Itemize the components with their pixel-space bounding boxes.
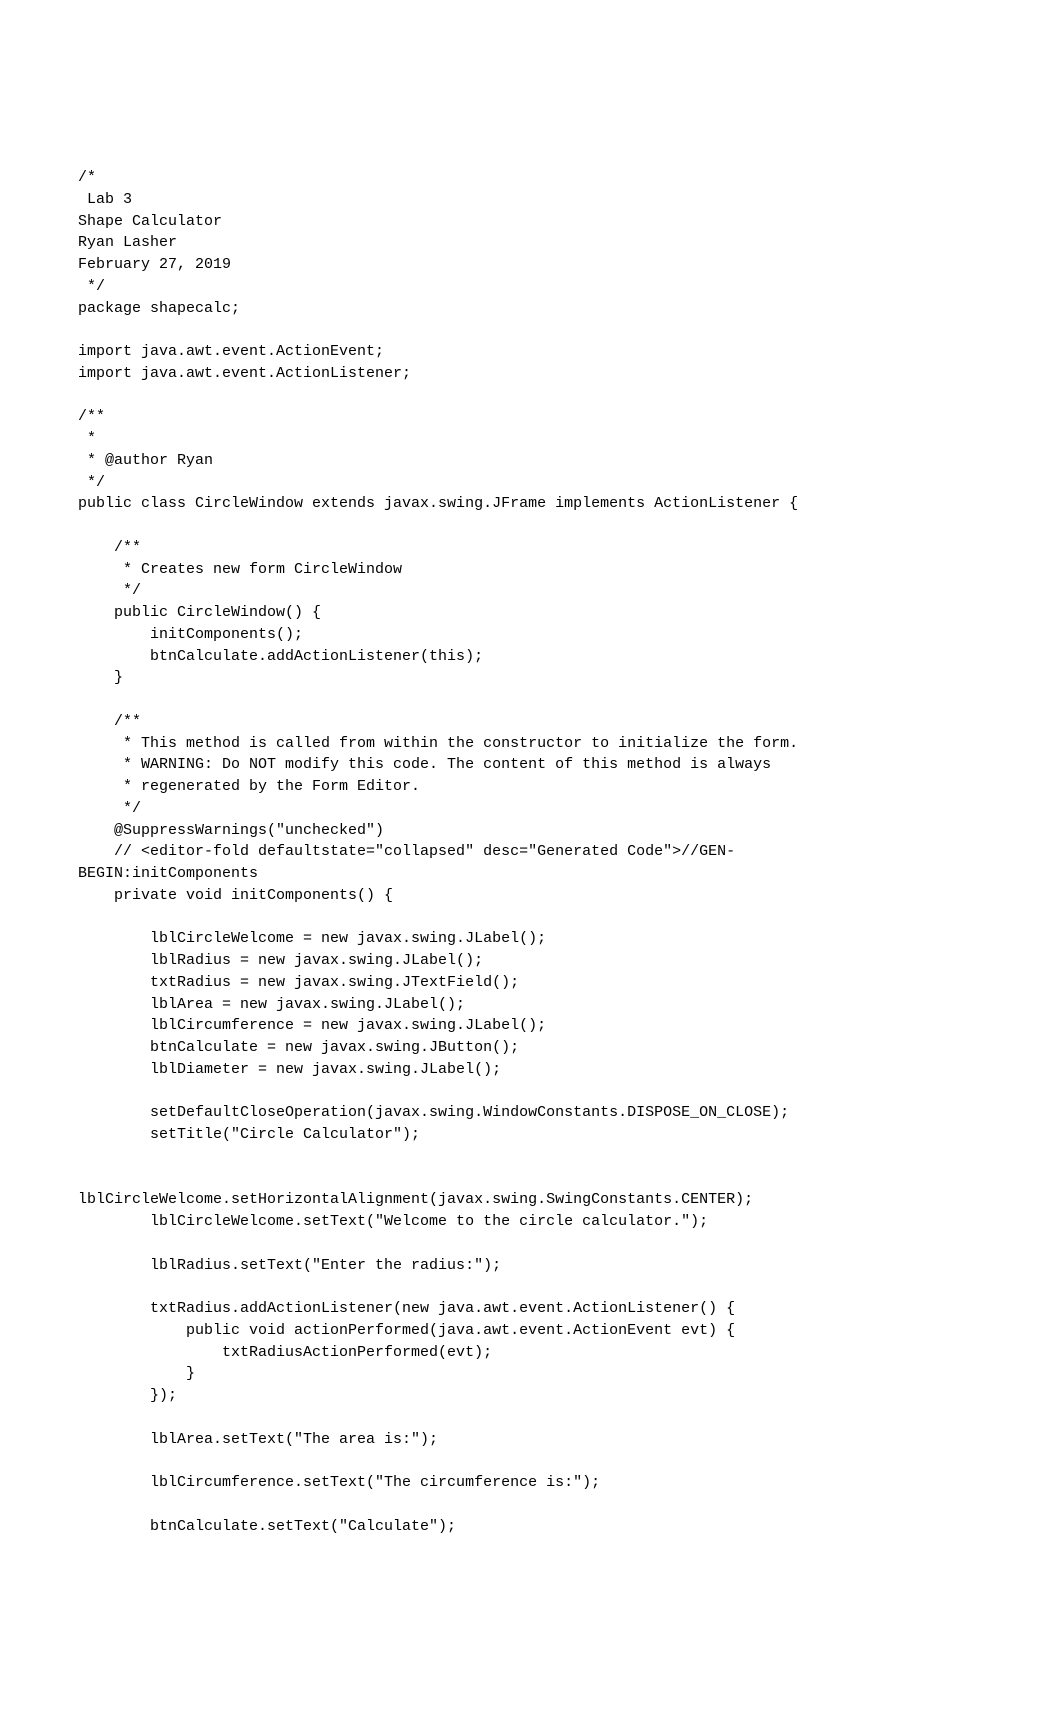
code-content: /* Lab 3 Shape Calculator Ryan Lasher Fe… — [78, 167, 984, 1537]
